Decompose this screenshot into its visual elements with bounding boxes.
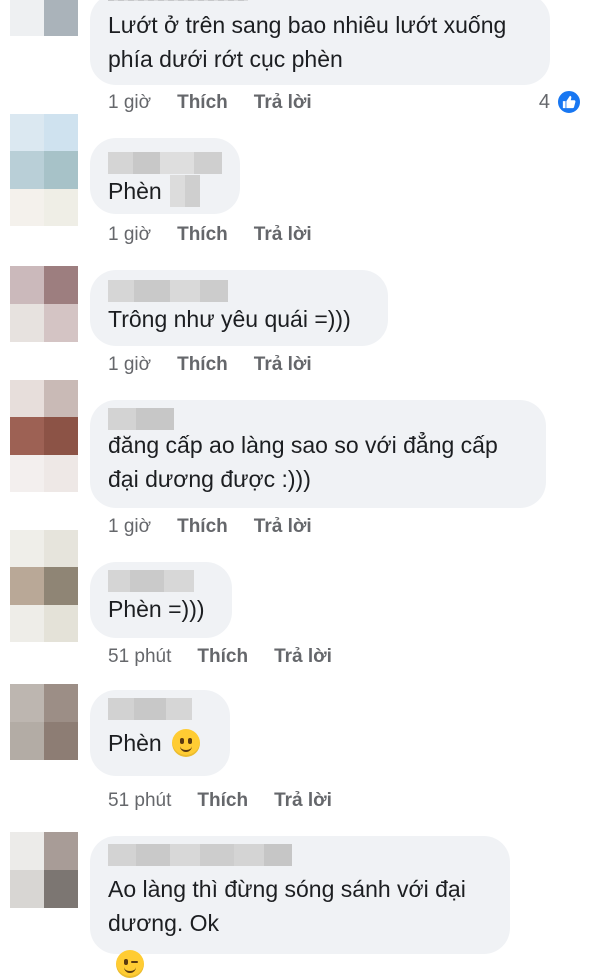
like-link[interactable]: Thích <box>177 354 228 376</box>
comment-time[interactable]: 1 giờ <box>108 92 151 114</box>
comment-text-content: Ao làng thì đừng sóng sánh với đại dương… <box>108 876 466 936</box>
comment-time[interactable]: 51 phút <box>108 790 171 812</box>
comment-actions: 1 giờ Thích Trả lời <box>108 92 312 114</box>
comment-bubble: Lướt ở trên sang bao nhiêu lướt xuống ph… <box>90 0 550 85</box>
author-name-blurred <box>108 0 248 1</box>
like-link[interactable]: Thích <box>197 646 248 668</box>
author-name-blurred <box>108 408 528 430</box>
comment-time[interactable]: 51 phút <box>108 646 171 668</box>
like-link[interactable]: Thích <box>177 224 228 246</box>
comment-bubble: Phèn <box>90 138 240 214</box>
comment-text: Phèn <box>108 174 222 208</box>
like-link[interactable]: Thích <box>197 790 248 812</box>
reaction-summary[interactable]: 4 <box>539 89 582 115</box>
like-link[interactable]: Thích <box>177 92 228 114</box>
comment-text: Phèn <box>108 726 212 760</box>
winking-face-icon <box>116 950 144 978</box>
slightly-smiling-face-icon <box>171 729 200 757</box>
reply-link[interactable]: Trả lời <box>254 516 312 538</box>
comment-text: Trông như yêu quái =))) <box>108 306 351 332</box>
avatar[interactable] <box>10 114 78 226</box>
comment-text-content: Phèn <box>108 178 162 204</box>
avatar[interactable] <box>10 0 78 36</box>
comment-bubble: đăng cấp ao làng sao so với đẳng cấp đại… <box>90 400 546 508</box>
comment-time[interactable]: 1 giờ <box>108 224 151 246</box>
reply-link[interactable]: Trả lời <box>254 224 312 246</box>
comment-actions: 1 giờ Thích Trả lời <box>108 224 312 246</box>
avatar[interactable] <box>10 530 78 642</box>
comment-text: Phèn =))) <box>108 596 205 622</box>
like-link[interactable]: Thích <box>177 516 228 538</box>
blurred-sticker <box>169 175 200 207</box>
reply-link[interactable]: Trả lời <box>254 92 312 114</box>
comment-bubble: Phèn <box>90 690 230 776</box>
comment-actions: 51 phút Thích Trả lời <box>108 790 332 812</box>
comment-time[interactable]: 1 giờ <box>108 516 151 538</box>
comment-bubble: Ao làng thì đừng sóng sánh với đại dương… <box>90 836 510 978</box>
reply-link[interactable]: Trả lời <box>274 646 332 668</box>
avatar[interactable] <box>10 832 78 908</box>
reaction-count: 4 <box>538 90 550 113</box>
author-name-blurred <box>108 570 214 592</box>
avatar[interactable] <box>10 380 78 492</box>
author-name-blurred <box>108 698 212 720</box>
comment-actions: 1 giờ Thích Trả lời <box>108 354 312 376</box>
reply-link[interactable]: Trả lời <box>254 354 312 376</box>
author-name-blurred <box>108 152 222 174</box>
like-icon <box>556 89 582 115</box>
comment-bubble: Trông như yêu quái =))) <box>90 270 388 346</box>
comment-actions: 51 phút Thích Trả lời <box>108 646 332 668</box>
author-name-blurred <box>108 280 370 302</box>
comment-time[interactable]: 1 giờ <box>108 354 151 376</box>
author-name-blurred <box>108 844 492 866</box>
avatar[interactable] <box>10 266 78 342</box>
avatar[interactable] <box>10 684 78 760</box>
comment-text: đăng cấp ao làng sao so với đẳng cấp đại… <box>108 432 498 492</box>
reply-link[interactable]: Trả lời <box>274 790 332 812</box>
comment-bubble: Phèn =))) <box>90 562 232 638</box>
comment-actions: 1 giờ Thích Trả lời <box>108 516 312 538</box>
comment-text-content: Phèn <box>108 730 162 756</box>
comment-text: Lướt ở trên sang bao nhiêu lướt xuống ph… <box>108 12 507 72</box>
